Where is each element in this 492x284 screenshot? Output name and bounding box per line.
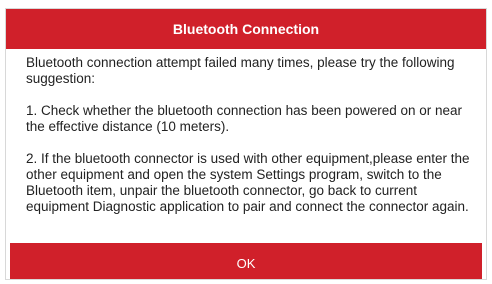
bluetooth-connection-dialog: Bluetooth Connection Bluetooth connectio…	[5, 8, 487, 280]
suggestion-2: 2. If the bluetooth connector is used wi…	[26, 151, 470, 214]
dialog-title: Bluetooth Connection	[172, 21, 320, 37]
dialog-titlebar: Bluetooth Connection	[6, 9, 486, 49]
intro-text: Bluetooth connection attempt failed many…	[26, 55, 455, 86]
suggestion-1: 1. Check whether the bluetooth connectio…	[26, 103, 463, 134]
ok-button[interactable]: OK	[10, 243, 482, 279]
dialog-message: Bluetooth connection attempt failed many…	[6, 49, 486, 237]
ok-button-label: OK	[236, 255, 256, 271]
